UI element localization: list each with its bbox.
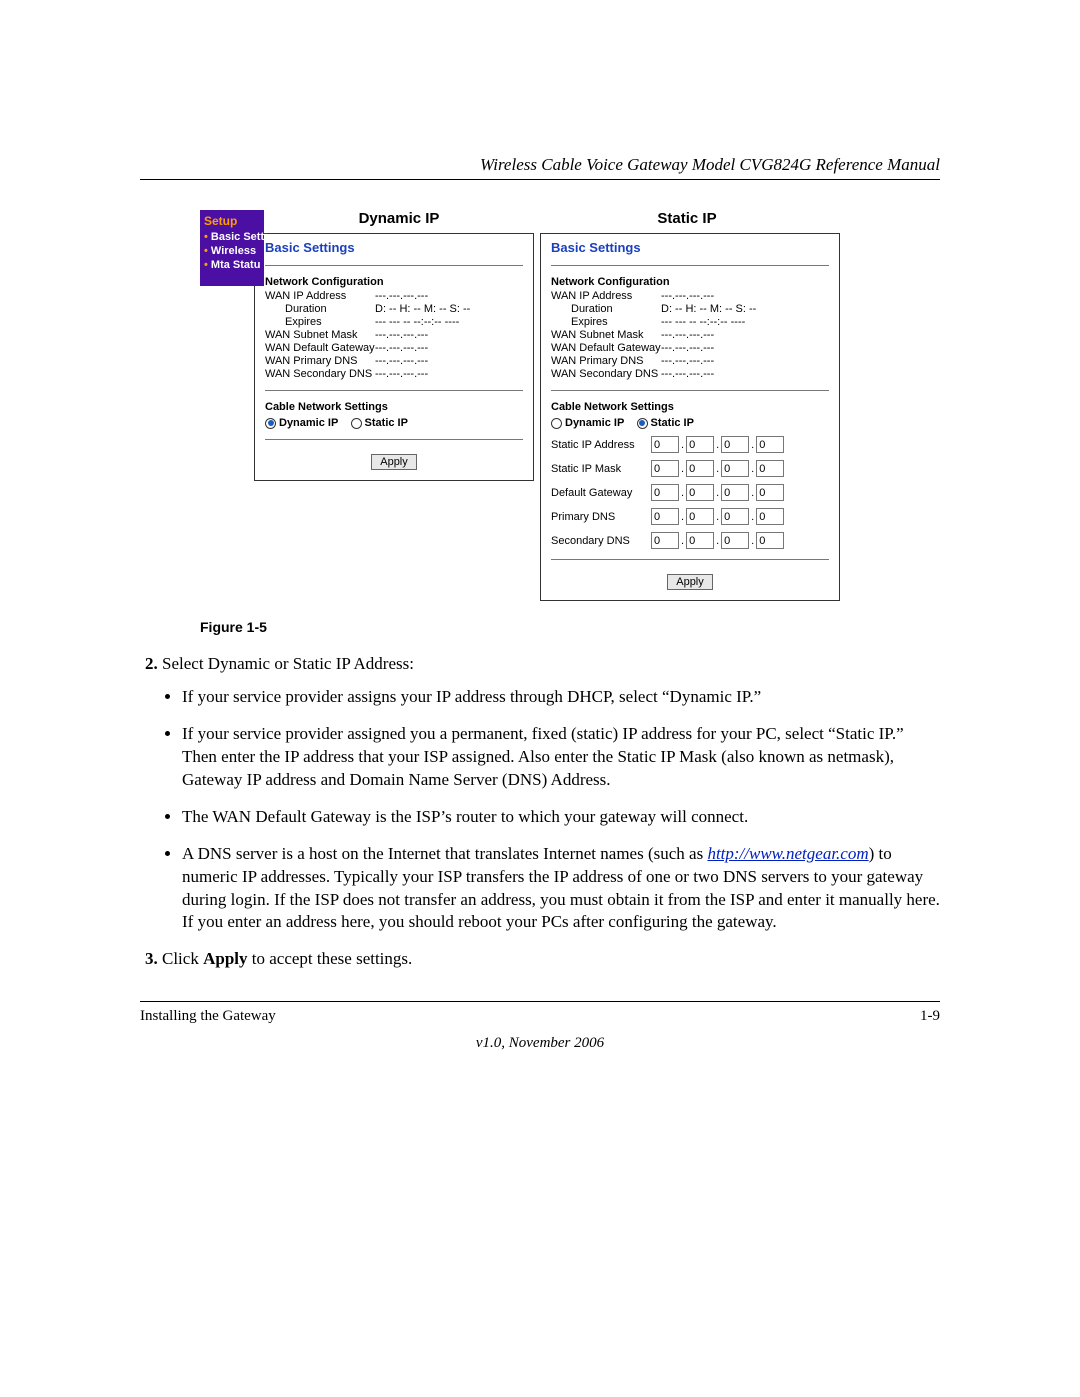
ip-octet-input[interactable]: 0 <box>721 460 749 477</box>
step-2: Select Dynamic or Static IP Address: If … <box>162 653 940 934</box>
value-dns2: ---.---.---.--- <box>375 368 428 380</box>
ip-octet-input[interactable]: 0 <box>686 508 714 525</box>
value-expires: --- --- -- --:--:-- ---- <box>661 316 745 328</box>
static-ip-label: Static IP <box>657 210 716 227</box>
bullet: If your service provider assigned you a … <box>182 723 940 792</box>
value-wan-ip: ---.---.---.--- <box>375 290 428 302</box>
label-dns2: WAN Secondary DNS <box>265 368 375 380</box>
netgear-link[interactable]: http://www.netgear.com <box>707 844 868 863</box>
section-network-config: Network Configuration <box>265 276 523 288</box>
label-dns2: WAN Secondary DNS <box>551 368 661 380</box>
radio-dynamic-ip[interactable] <box>551 418 562 429</box>
value-subnet: ---.---.---.--- <box>375 329 428 341</box>
label-dns1: WAN Primary DNS <box>265 355 375 367</box>
label-static-ip: Static IP Address <box>551 439 651 451</box>
section-cable-settings: Cable Network Settings <box>265 401 523 413</box>
value-wan-ip: ---.---.---.--- <box>661 290 714 302</box>
router-nav-panel: Setup Basic Settings Wireless Mta Statu <box>200 210 264 286</box>
section-network-config: Network Configuration <box>551 276 829 288</box>
nav-item-wireless[interactable]: Wireless <box>204 244 264 258</box>
ip-octet-input[interactable]: 0 <box>686 484 714 501</box>
nav-item-mta[interactable]: Mta Statu <box>204 258 264 272</box>
label-secondary-dns: Secondary DNS <box>551 535 651 547</box>
value-gateway: ---.---.---.--- <box>661 342 714 354</box>
header-rule <box>140 179 940 180</box>
label-gateway: WAN Default Gateway <box>551 342 661 354</box>
step-3: Click Apply to accept these settings. <box>162 948 940 971</box>
label-expires: Expires <box>265 316 375 328</box>
ip-octet-input[interactable]: 0 <box>756 460 784 477</box>
nav-title: Setup <box>204 214 264 230</box>
value-dns1: ---.---.---.--- <box>375 355 428 367</box>
ip-octet-input[interactable]: 0 <box>721 532 749 549</box>
ip-octet-input[interactable]: 0 <box>651 436 679 453</box>
bullet: The WAN Default Gateway is the ISP’s rou… <box>182 806 940 829</box>
label-default-gateway: Default Gateway <box>551 487 651 499</box>
value-dns1: ---.---.---.--- <box>661 355 714 367</box>
label-wan-ip: WAN IP Address <box>551 290 661 302</box>
value-dns2: ---.---.---.--- <box>661 368 714 380</box>
ip-octet-input[interactable]: 0 <box>721 436 749 453</box>
radio-static-label: Static IP <box>651 417 694 429</box>
ip-octet-input[interactable]: 0 <box>756 532 784 549</box>
label-wan-ip: WAN IP Address <box>265 290 375 302</box>
ip-octet-input[interactable]: 0 <box>686 532 714 549</box>
footer-version: v1.0, November 2006 <box>140 1035 940 1052</box>
radio-dynamic-label: Dynamic IP <box>279 417 338 429</box>
ip-octet-input[interactable]: 0 <box>721 484 749 501</box>
running-header: Wireless Cable Voice Gateway Model CVG82… <box>140 155 940 175</box>
value-gateway: ---.---.---.--- <box>375 342 428 354</box>
footer-left: Installing the Gateway <box>140 1008 276 1025</box>
bullet: If your service provider assigns your IP… <box>182 686 940 709</box>
nav-item-basic[interactable]: Basic Settings <box>204 230 264 244</box>
panel-heading: Basic Settings <box>265 240 523 266</box>
ip-octet-input[interactable]: 0 <box>651 484 679 501</box>
value-duration: D: -- H: -- M: -- S: -- <box>375 303 470 315</box>
static-ip-panel: Basic Settings Network Configuration WAN… <box>540 233 840 601</box>
figure-caption: Figure 1-5 <box>200 619 940 635</box>
radio-static-ip[interactable] <box>351 418 362 429</box>
label-subnet: WAN Subnet Mask <box>551 329 661 341</box>
value-duration: D: -- H: -- M: -- S: -- <box>661 303 756 315</box>
footer-rule <box>140 1001 940 1002</box>
ip-octet-input[interactable]: 0 <box>686 436 714 453</box>
radio-dynamic-ip[interactable] <box>265 418 276 429</box>
dynamic-ip-label: Dynamic IP <box>359 210 440 227</box>
dynamic-ip-panel: Basic Settings Network Configuration WAN… <box>254 233 534 481</box>
apply-button[interactable]: Apply <box>667 574 713 590</box>
label-expires: Expires <box>551 316 661 328</box>
ip-octet-input[interactable]: 0 <box>721 508 749 525</box>
step-list: Select Dynamic or Static IP Address: If … <box>162 653 940 971</box>
ip-octet-input[interactable]: 0 <box>756 508 784 525</box>
bullet: A DNS server is a host on the Internet t… <box>182 843 940 935</box>
ip-octet-input[interactable]: 0 <box>651 532 679 549</box>
section-cable-settings: Cable Network Settings <box>551 401 829 413</box>
page-number: 1-9 <box>920 1008 940 1025</box>
panel-heading: Basic Settings <box>551 240 829 266</box>
label-duration: Duration <box>551 303 661 315</box>
radio-dynamic-label: Dynamic IP <box>565 417 624 429</box>
value-expires: --- --- -- --:--:-- ---- <box>375 316 459 328</box>
label-subnet: WAN Subnet Mask <box>265 329 375 341</box>
label-gateway: WAN Default Gateway <box>265 342 375 354</box>
apply-button[interactable]: Apply <box>371 454 417 470</box>
label-static-mask: Static IP Mask <box>551 463 651 475</box>
label-duration: Duration <box>265 303 375 315</box>
label-primary-dns: Primary DNS <box>551 511 651 523</box>
radio-static-label: Static IP <box>365 417 408 429</box>
radio-static-ip[interactable] <box>637 418 648 429</box>
value-subnet: ---.---.---.--- <box>661 329 714 341</box>
ip-octet-input[interactable]: 0 <box>651 508 679 525</box>
ip-octet-input[interactable]: 0 <box>756 436 784 453</box>
ip-octet-input[interactable]: 0 <box>756 484 784 501</box>
label-dns1: WAN Primary DNS <box>551 355 661 367</box>
ip-octet-input[interactable]: 0 <box>686 460 714 477</box>
ip-octet-input[interactable]: 0 <box>651 460 679 477</box>
